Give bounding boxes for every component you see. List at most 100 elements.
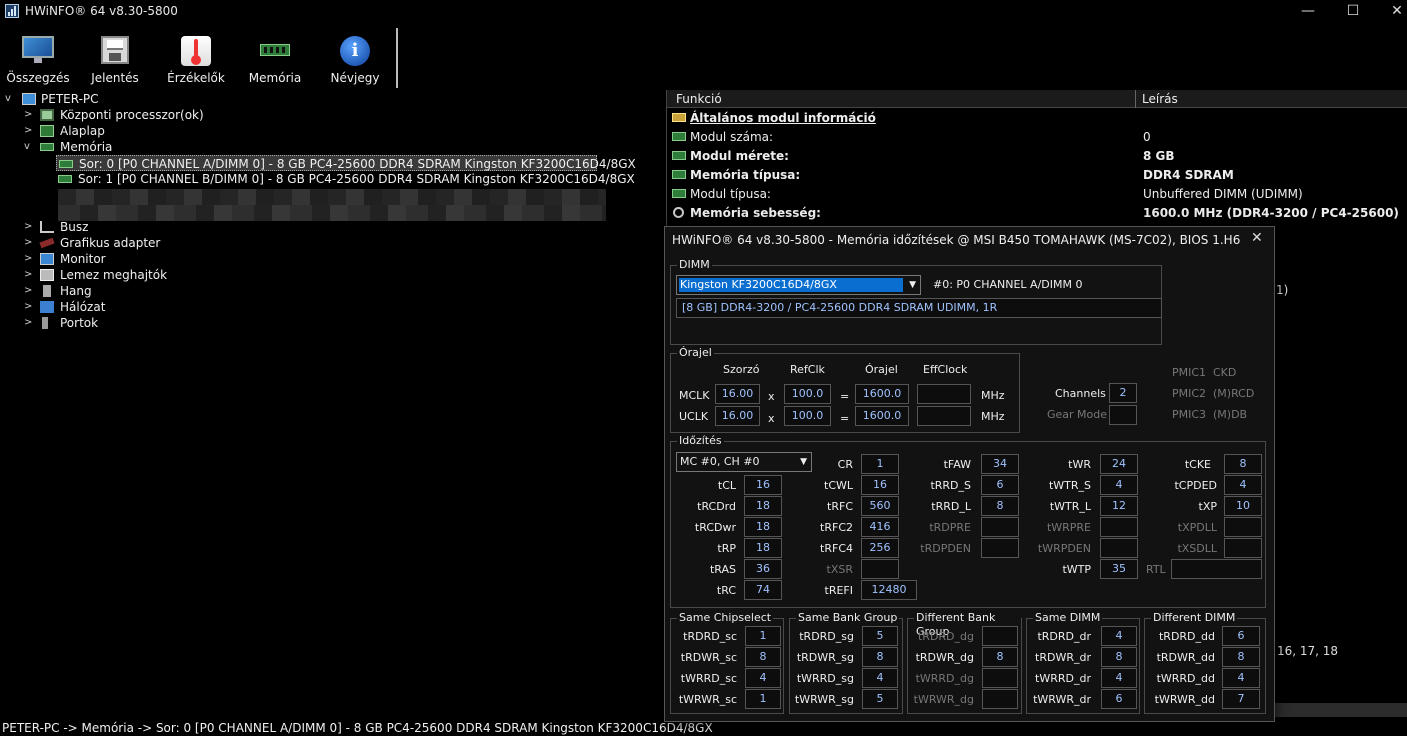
tWRWR_dd-value[interactable]: 7 [1222,689,1260,709]
tWRWR_dr-value[interactable]: 6 [1101,689,1137,709]
dimm-summary-field[interactable]: [8 GB] DDR4-3200 / PC4-25600 DDR4 SDRAM … [676,298,1162,318]
tRRD_S-value[interactable]: 6 [981,475,1019,495]
collapse-arrow-icon[interactable]: > [24,251,34,267]
tWRWR_dg-value[interactable] [982,689,1018,709]
tXP-value[interactable]: 10 [1224,496,1262,516]
dimm-select[interactable]: Kingston KF3200C16D4/8GX ▼ [676,275,921,295]
summary-button[interactable]: Összegzés [0,28,76,88]
tCL-value[interactable]: 16 [744,475,782,495]
mclk-clock[interactable]: 1600.0 [855,384,909,404]
tWRRD_sg-value[interactable]: 4 [862,668,898,688]
tRDRD_dd-value[interactable]: 6 [1222,626,1260,646]
tWRRD_sc-value[interactable]: 4 [745,668,781,688]
tree-node-gpu[interactable]: > Grafikus adapter [0,235,200,251]
detail-row[interactable]: Memória sebesség: 1600.0 MHz (DDR4-3200 … [667,204,1407,223]
column-header-description[interactable]: Leírás [1142,92,1178,106]
sensors-button[interactable]: Érzékelők [158,28,234,88]
channels-value[interactable]: 2 [1109,383,1137,403]
tree-node-sound[interactable]: > Hang [0,283,200,299]
tWRPRE-value[interactable] [1100,517,1138,537]
close-button[interactable]: ✕ [1374,0,1407,24]
collapse-arrow-icon[interactable]: > [24,283,34,299]
mclk-refclk[interactable]: 100.0 [784,384,831,404]
section-row[interactable]: Általános modul információ [667,109,1407,128]
tREFI-value[interactable]: 12480 [861,580,917,600]
tRCDwr-value[interactable]: 18 [744,517,782,537]
expand-arrow-icon[interactable]: v [24,139,34,155]
tree-node-network[interactable]: > Hálózat [0,299,200,315]
tRDPRE-value[interactable] [981,517,1019,537]
tRDWR_sg-value[interactable]: 8 [862,647,898,667]
tWRPDEN-value[interactable] [1100,538,1138,558]
tWRWR_sg-value[interactable]: 5 [862,689,898,709]
tRDRD_sg-value[interactable]: 5 [862,626,898,646]
uclk-effclock[interactable] [917,406,971,426]
tree-node-memory[interactable]: v Memória [0,139,200,155]
tRDWR_sc-value[interactable]: 8 [745,647,781,667]
gear-mode-value[interactable] [1109,405,1137,425]
about-button[interactable]: i Névjegy [317,28,393,88]
minimize-button[interactable]: — [1285,0,1331,24]
tWTP-value[interactable]: 35 [1100,559,1138,579]
detail-row[interactable]: Memória típusa: DDR4 SDRAM [667,166,1407,185]
tXSR-value[interactable] [861,559,899,579]
tree-node-monitor[interactable]: > Monitor [0,251,200,267]
detail-row[interactable]: Modul mérete: 8 GB [667,147,1407,166]
uclk-multiplier[interactable]: 16.00 [715,406,760,426]
detail-row[interactable]: Modul típusa: Unbuffered DIMM (UDIMM) [667,185,1407,204]
tXPDLL-value[interactable] [1224,517,1262,537]
memory-controller-select[interactable]: MC #0, CH #0 ▼ [676,452,812,472]
tRFC-value[interactable]: 560 [861,496,899,516]
tree-node-disks[interactable]: > Lemez meghajtók [0,267,200,283]
collapse-arrow-icon[interactable]: > [24,123,34,139]
detail-row[interactable]: Modul száma: 0 [667,128,1407,147]
horizontal-scrollbar[interactable] [1274,703,1407,717]
tree-node-bus[interactable]: > Busz [0,219,200,235]
tWRRD_dg-value[interactable] [982,668,1018,688]
collapse-arrow-icon[interactable]: > [24,267,34,283]
tWRRD_dr-value[interactable]: 4 [1101,668,1137,688]
tree-node-root[interactable]: v PETER-PC [0,91,200,107]
report-button[interactable]: Jelentés [77,28,153,88]
column-header-function[interactable]: Funkció [676,92,722,106]
tRDWR_dd-value[interactable]: 8 [1222,647,1260,667]
tRDRD_dr-value[interactable]: 4 [1101,626,1137,646]
collapse-arrow-icon[interactable]: > [24,315,34,331]
tree-node-motherboard[interactable]: > Alaplap [0,123,200,139]
collapse-arrow-icon[interactable]: > [24,107,34,123]
tree-node-slot-0[interactable]: Sor: 0 [P0 CHANNEL A/DIMM 0] - 8 GB PC4-… [56,155,636,171]
tRC-value[interactable]: 74 [744,580,782,600]
tRDPDEN-value[interactable] [981,538,1019,558]
tRDWR_dr-value[interactable]: 8 [1101,647,1137,667]
tWTR_L-value[interactable]: 12 [1100,496,1138,516]
tCPDED-value[interactable]: 4 [1224,475,1262,495]
collapse-arrow-icon[interactable]: > [24,219,34,235]
tFAW-value[interactable]: 34 [981,454,1019,474]
tRDRD_dg-value[interactable] [982,626,1018,646]
tRDRD_sc-value[interactable]: 1 [745,626,781,646]
tree-node-cpu[interactable]: > Központi processzor(ok) [0,107,260,123]
tCKE-value[interactable]: 8 [1224,454,1262,474]
tRAS-value[interactable]: 36 [744,559,782,579]
RTL-value[interactable] [1171,559,1262,579]
CR-value[interactable]: 1 [861,454,899,474]
tWRRD_dd-value[interactable]: 4 [1222,668,1260,688]
tRFC4-value[interactable]: 256 [861,538,899,558]
tWTR_S-value[interactable]: 4 [1100,475,1138,495]
tRP-value[interactable]: 18 [744,538,782,558]
tXSDLL-value[interactable] [1224,538,1262,558]
uclk-clock[interactable]: 1600.0 [855,406,909,426]
expand-arrow-icon[interactable]: v [5,91,15,107]
tWRWR_sc-value[interactable]: 1 [745,689,781,709]
tree-node-ports[interactable]: > Portok [0,315,200,331]
memory-button[interactable]: Memória [237,28,313,88]
maximize-button[interactable]: ☐ [1330,0,1376,24]
mclk-effclock[interactable] [917,384,971,404]
uclk-refclk[interactable]: 100.0 [784,406,831,426]
tWR-value[interactable]: 24 [1100,454,1138,474]
tRCDrd-value[interactable]: 18 [744,496,782,516]
dialog-close-button[interactable]: ✕ [1251,230,1263,246]
tCWL-value[interactable]: 16 [861,475,899,495]
mclk-multiplier[interactable]: 16.00 [715,384,760,404]
tree-node-slot-1[interactable]: Sor: 1 [P0 CHANNEL B/DIMM 0] - 8 GB PC4-… [56,171,635,187]
